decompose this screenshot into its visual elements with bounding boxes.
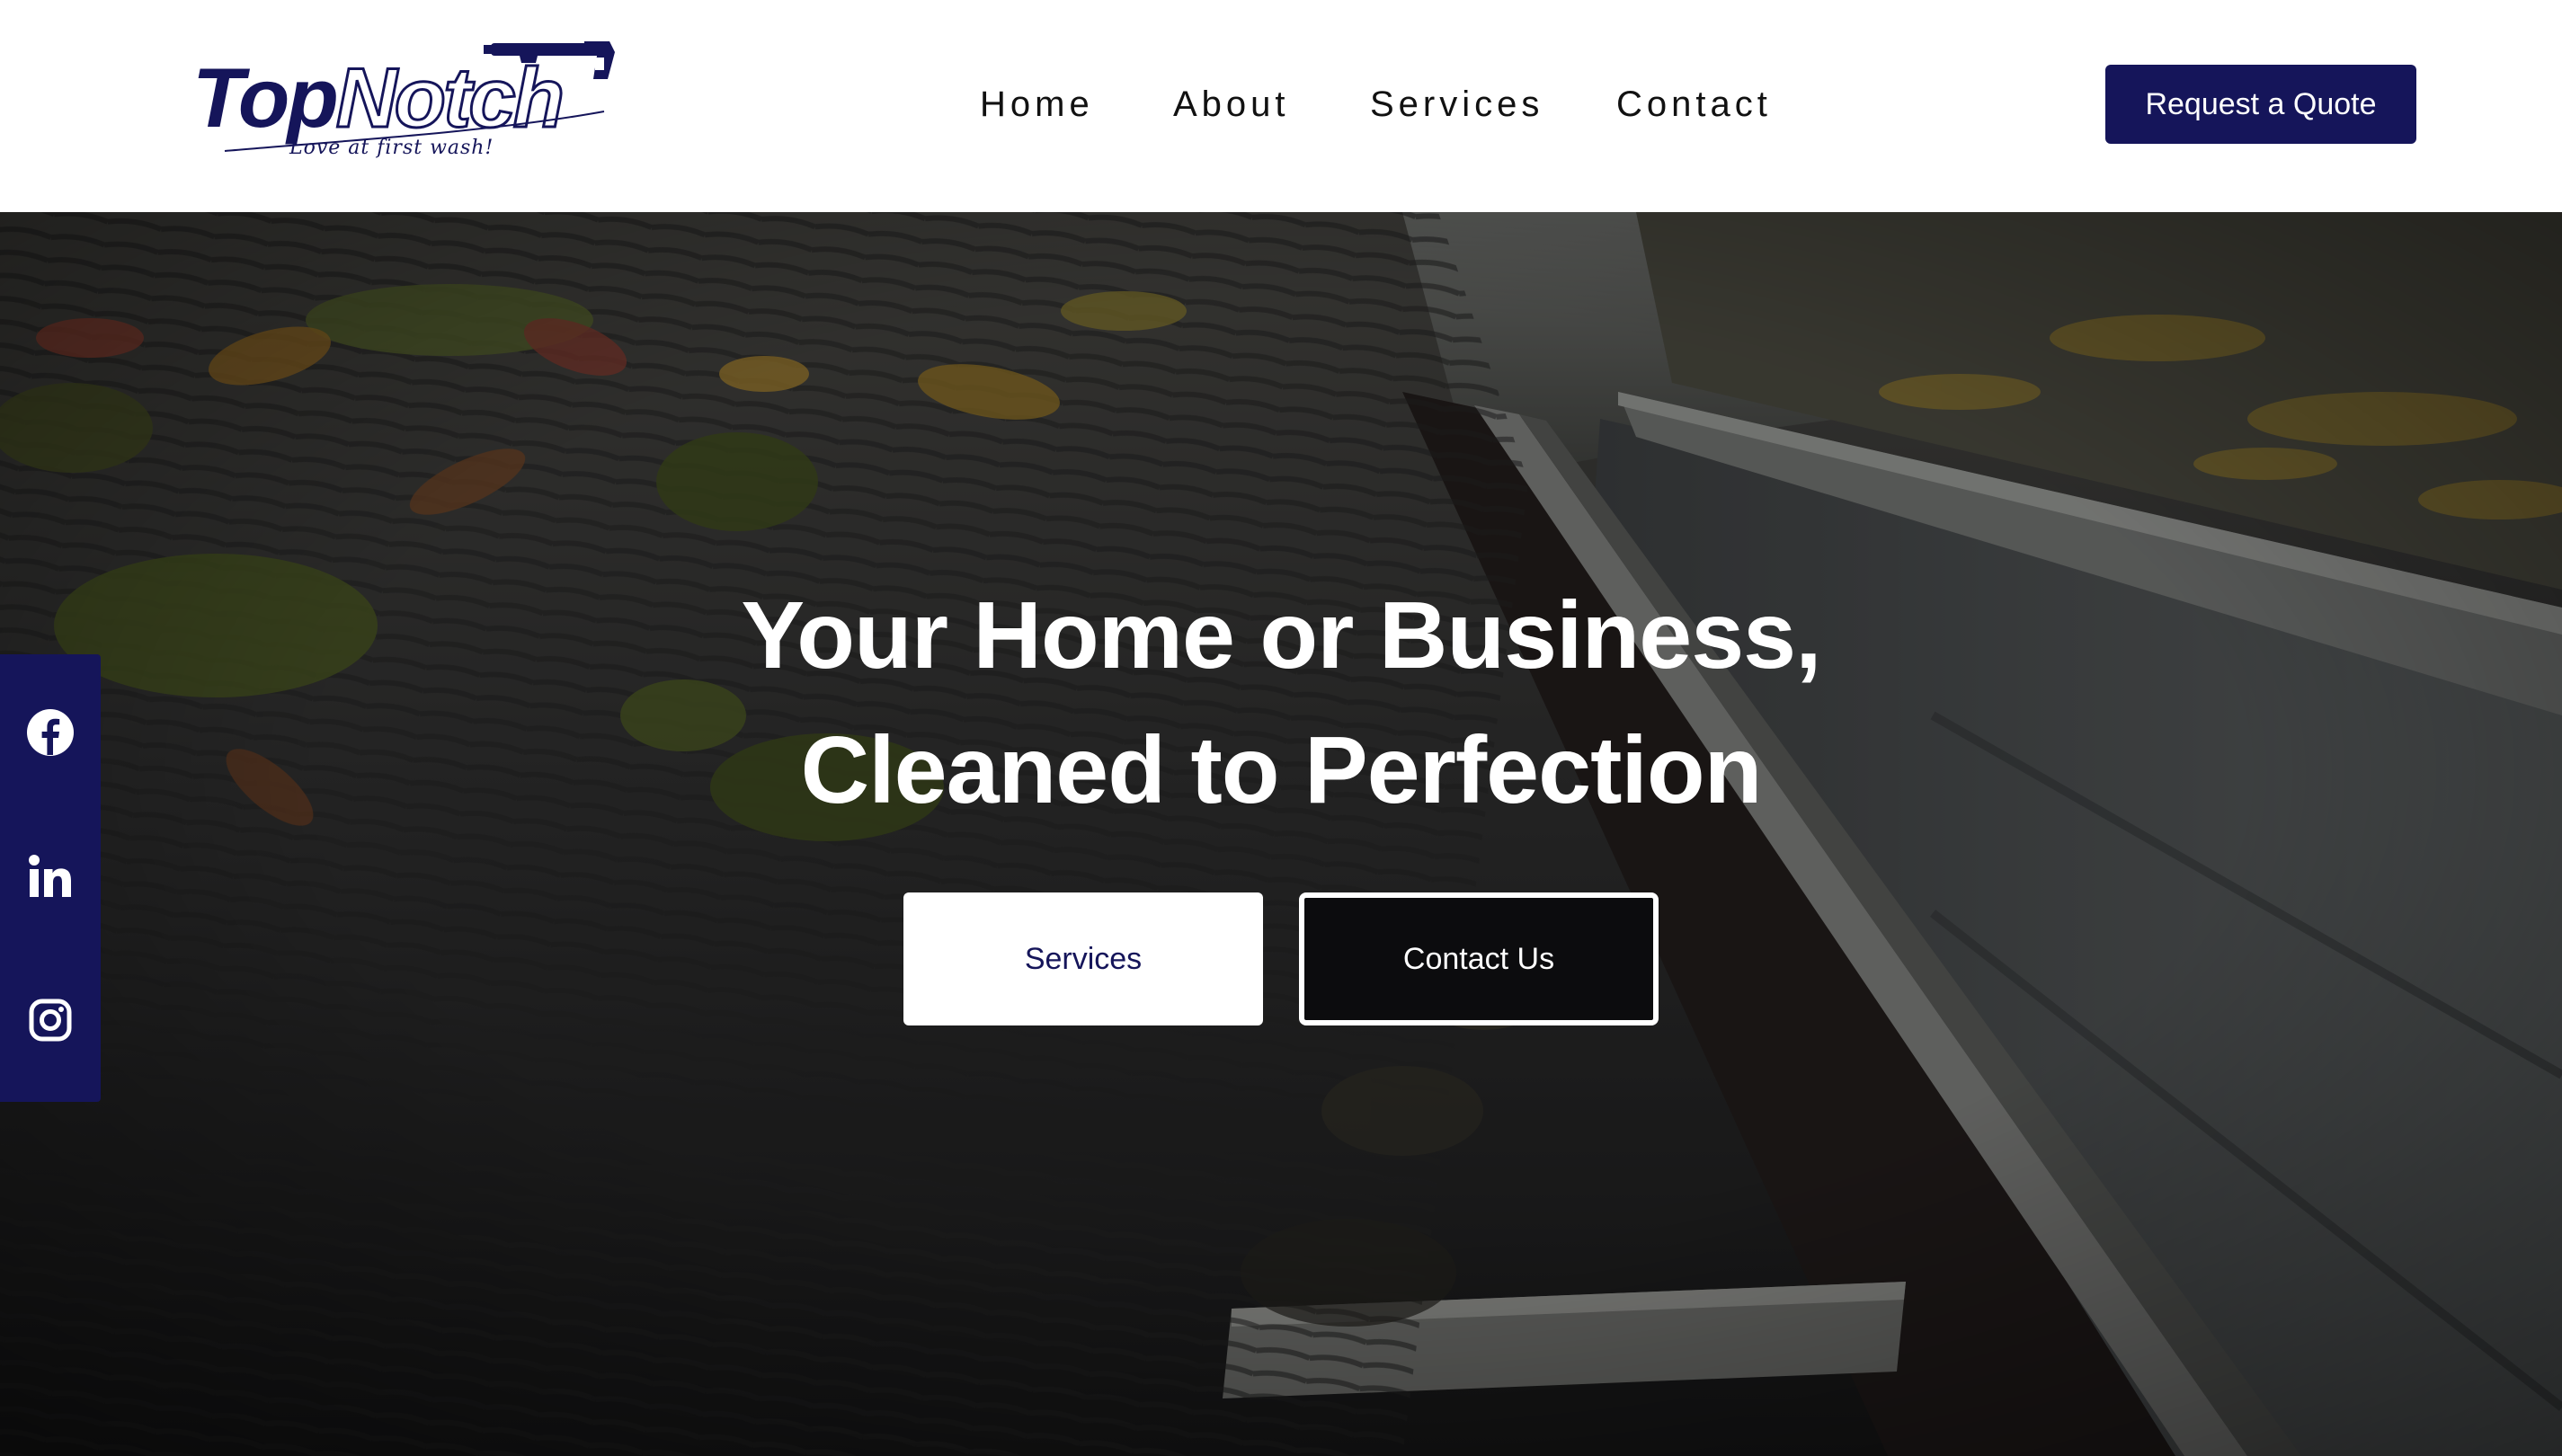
request-quote-button[interactable]: Request a Quote (2105, 65, 2416, 144)
nav-contact[interactable]: Contact (1616, 79, 1772, 129)
services-button[interactable]: Services (903, 892, 1263, 1025)
contact-us-button[interactable]: Contact Us (1299, 892, 1659, 1025)
logo-tagline: Love at first wash! (289, 137, 494, 159)
hero-title-line-2: Cleaned to Perfection (800, 717, 1763, 823)
social-sidebar (0, 654, 101, 1102)
topnotch-logo[interactable]: TopNotch Love at first wash! (189, 36, 620, 171)
facebook-icon (27, 709, 74, 756)
instagram-icon (29, 999, 72, 1042)
instagram-link[interactable] (0, 971, 101, 1070)
hero-title: Your Home or Business, Cleaned to Perfec… (0, 568, 2562, 838)
hero-title-line-1: Your Home or Business, (741, 582, 1821, 688)
site-header: TopNotch Love at first wash! Home About … (0, 0, 2562, 212)
linkedin-link[interactable] (0, 827, 101, 926)
nav-about[interactable]: About (1173, 79, 1290, 129)
hero-section: Your Home or Business, Cleaned to Perfec… (0, 212, 2562, 1456)
facebook-link[interactable] (0, 683, 101, 782)
nav-home[interactable]: Home (980, 79, 1094, 129)
nav-services[interactable]: Services (1370, 79, 1543, 129)
linkedin-icon (29, 855, 71, 897)
